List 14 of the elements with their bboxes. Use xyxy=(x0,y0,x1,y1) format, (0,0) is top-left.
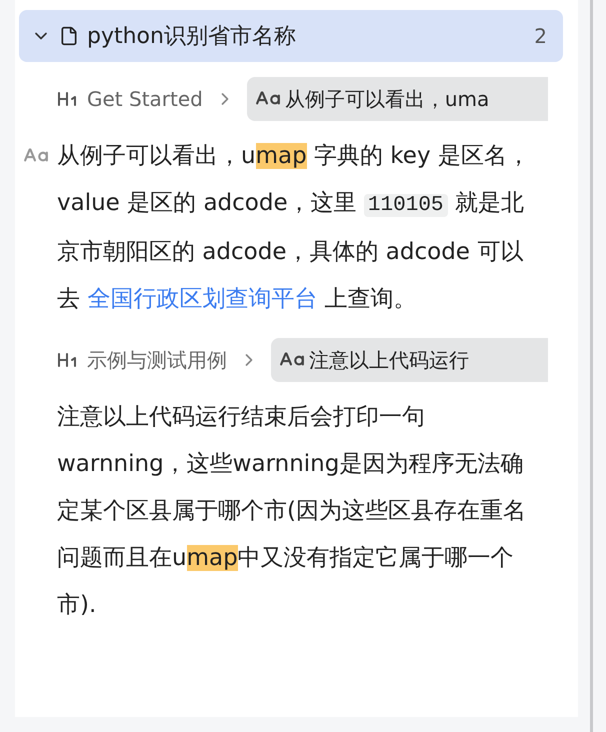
paragraph: 注意以上代码运行结束后会打印一句warnning，这些warnning是因为程序无法确定某个区县属于哪个市(因为这些区县存在重名问题而且在umap中又没有指定它属于哪一个市). xyxy=(57,403,527,620)
match-count: 2 xyxy=(534,23,547,50)
paragraph: 从例子可以看出，umap 字典的 key 是区名，value 是区的 adcode，这里 110105 就是北京市朝阳区的 adcode，具体的 adcode 可以去 全国行政区划查询平台 上查询。 xyxy=(57,142,531,314)
snippet-text: 注意以上代码运行 xyxy=(309,347,469,374)
scrollbar[interactable] xyxy=(590,0,593,732)
document-icon xyxy=(59,26,79,46)
snippet-text: 从例子可以看出，uma xyxy=(284,86,490,113)
link[interactable]: 全国行政区划查询平台 xyxy=(87,286,318,312)
breadcrumb-snippet[interactable]: 从例子可以看出，uma xyxy=(246,77,548,121)
breadcrumb-snippet[interactable]: 注意以上代码运行 xyxy=(271,338,548,382)
breadcrumb-heading[interactable]: 示例与测试用例 xyxy=(87,345,227,375)
breadcrumb-heading[interactable]: Get Started xyxy=(87,84,203,114)
document-row[interactable]: python识别省市名称 2 xyxy=(19,10,563,62)
document-title: python识别省市名称 xyxy=(87,22,297,50)
